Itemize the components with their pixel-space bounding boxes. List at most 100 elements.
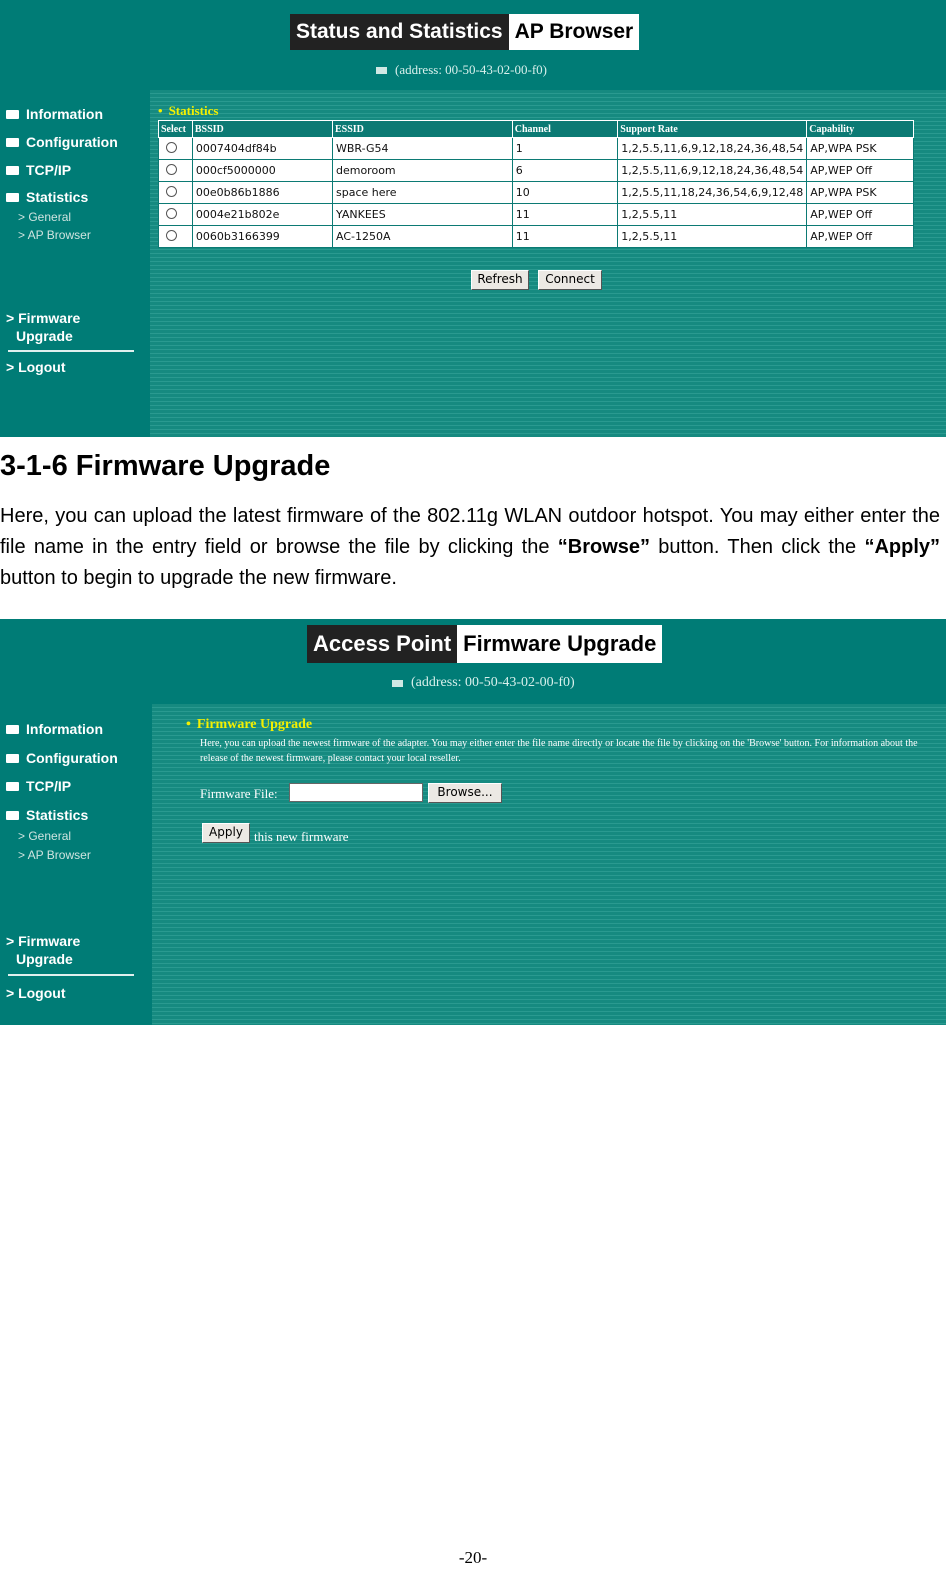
nav-label: TCP/IP — [26, 162, 72, 178]
nav-label: Information — [26, 721, 103, 737]
channel-cell: 6 — [511, 159, 619, 182]
refresh-button[interactable]: Refresh — [471, 270, 529, 290]
nav-label: TCP/IP — [26, 778, 72, 794]
section-heading: • Firmware Upgrade — [186, 717, 312, 733]
nav-label: > Firmware — [6, 933, 81, 949]
page-number: -20- — [458, 1548, 488, 1567]
essid-cell: space here — [331, 181, 513, 204]
title-status: Status and Statistics — [290, 14, 509, 50]
title-ap-browser: AP Browser — [508, 14, 640, 50]
nav-tcpip[interactable]: TCP/IP — [6, 162, 71, 178]
folder-icon — [6, 724, 19, 734]
para-text: button. Then click the — [650, 536, 865, 558]
section-heading: • Statistics — [158, 103, 218, 119]
nav-configuration[interactable]: Configuration — [6, 134, 118, 150]
select-radio[interactable] — [166, 229, 177, 241]
section-title: 3-1-6 Firmware Upgrade — [0, 450, 331, 482]
nav-statistics[interactable]: Statistics — [6, 807, 88, 823]
folder-icon — [6, 781, 19, 791]
select-radio[interactable] — [166, 163, 177, 175]
apply-emphasis: “Apply” — [864, 536, 941, 558]
nav-divider — [8, 350, 134, 352]
col-support-rate: Support Rate — [617, 120, 808, 138]
nav-label: Statistics — [26, 189, 89, 205]
nav-ap-browser[interactable]: > AP Browser — [18, 228, 91, 242]
nav-configuration[interactable]: Configuration — [6, 750, 118, 766]
capability-cell: AP,WEP Off — [806, 225, 914, 248]
nav-ap-browser[interactable]: > AP Browser — [18, 848, 91, 862]
page-title-bar: Access Point Firmware Upgrade — [307, 625, 663, 663]
nav-information[interactable]: Information — [6, 721, 103, 737]
rate-cell: 1,2,5.5,11 — [617, 203, 808, 226]
open-folder-icon — [6, 192, 19, 202]
rate-cell: 1,2,5.5,11,6,9,12,18,24,36,48,54 — [617, 137, 808, 160]
nav-label: Statistics — [26, 807, 89, 823]
nav-firmware-upgrade[interactable]: > Firmware Upgrade — [6, 309, 80, 345]
nav-divider — [8, 974, 134, 976]
apply-caption: this new firmware — [254, 829, 349, 844]
firmware-file-label: Firmware File: — [200, 786, 278, 801]
bssid-cell: 0004e21b802e — [191, 203, 333, 226]
table-row: 0004e21b802e YANKEES 11 1,2,5.5,11 AP,WE… — [158, 203, 914, 226]
firmware-file-input[interactable] — [289, 783, 423, 802]
page-title-bar: Status and Statistics AP Browser — [290, 14, 640, 50]
body-paragraph: Here, you can upload the latest firmware… — [0, 501, 940, 594]
select-radio[interactable] — [166, 185, 177, 197]
essid-cell: YANKEES — [331, 203, 513, 226]
essid-cell: demoroom — [331, 159, 513, 182]
nav-general[interactable]: > General — [18, 829, 71, 843]
connect-button[interactable]: Connect — [538, 270, 602, 290]
bssid-cell: 0007404df84b — [191, 137, 333, 160]
folder-icon — [6, 165, 19, 175]
browse-button[interactable]: Browse... — [428, 783, 502, 803]
folder-icon — [6, 137, 19, 147]
col-channel: Channel — [511, 120, 619, 138]
folder-icon — [6, 753, 19, 763]
col-select: Select — [158, 120, 193, 138]
capability-cell: AP,WPA PSK — [806, 181, 914, 204]
section-label: Statistics — [168, 103, 219, 118]
address-icon — [376, 66, 387, 74]
nav-label: > Firmware — [6, 310, 81, 326]
rate-cell: 1,2,5.5,11,18,24,36,54,6,9,12,48 — [617, 181, 808, 204]
section-label: Firmware Upgrade — [196, 717, 313, 732]
capability-cell: AP,WEP Off — [806, 203, 914, 226]
select-radio[interactable] — [166, 141, 177, 153]
essid-cell: AC-1250A — [331, 225, 513, 248]
channel-cell: 1 — [511, 137, 619, 160]
apply-button[interactable]: Apply — [202, 823, 250, 843]
table-header-row: Select BSSID ESSID Channel Support Rate … — [158, 120, 914, 138]
essid-cell: WBR-G54 — [331, 137, 513, 160]
bssid-cell: 00e0b86b1886 — [191, 181, 333, 204]
nav-logout[interactable]: > Logout — [6, 359, 66, 375]
firmware-upgrade-screenshot: Access Point Firmware Upgrade (address: … — [0, 619, 946, 1025]
nav-statistics[interactable]: Statistics — [6, 189, 88, 205]
channel-cell: 10 — [511, 181, 619, 204]
bullet-icon: • — [158, 103, 163, 118]
select-cell — [158, 181, 193, 204]
col-bssid: BSSID — [191, 120, 333, 138]
nav-general[interactable]: > General — [18, 210, 71, 224]
nav-label: Upgrade — [16, 951, 73, 967]
nav-tcpip[interactable]: TCP/IP — [6, 778, 71, 794]
col-capability: Capability — [806, 120, 914, 138]
nav-label: Upgrade — [16, 328, 73, 344]
nav-firmware-upgrade[interactable]: > Firmware Upgrade — [6, 932, 80, 968]
col-essid: ESSID — [331, 120, 513, 138]
bssid-cell: 000cf5000000 — [191, 159, 333, 182]
address-text: (address: 00-50-43-02-00-f0) — [411, 675, 575, 690]
bullet-icon: • — [186, 717, 191, 732]
nav-label: Information — [26, 106, 103, 122]
channel-cell: 11 — [511, 225, 619, 248]
ap-browser-screenshot: Status and Statistics AP Browser (addres… — [0, 0, 946, 437]
firmware-description: Here, you can upload the newest firmware… — [200, 738, 918, 764]
select-radio[interactable] — [166, 207, 177, 219]
folder-icon — [6, 109, 19, 119]
select-cell — [158, 137, 193, 160]
select-cell — [158, 203, 193, 226]
table-row: 0007404df84b WBR-G54 1 1,2,5.5,11,6,9,12… — [158, 137, 914, 160]
nav-information[interactable]: Information — [6, 106, 103, 122]
nav-label: Configuration — [26, 750, 118, 766]
para-text: button to begin to upgrade the new firmw… — [0, 567, 397, 589]
nav-logout[interactable]: > Logout — [6, 985, 66, 1001]
